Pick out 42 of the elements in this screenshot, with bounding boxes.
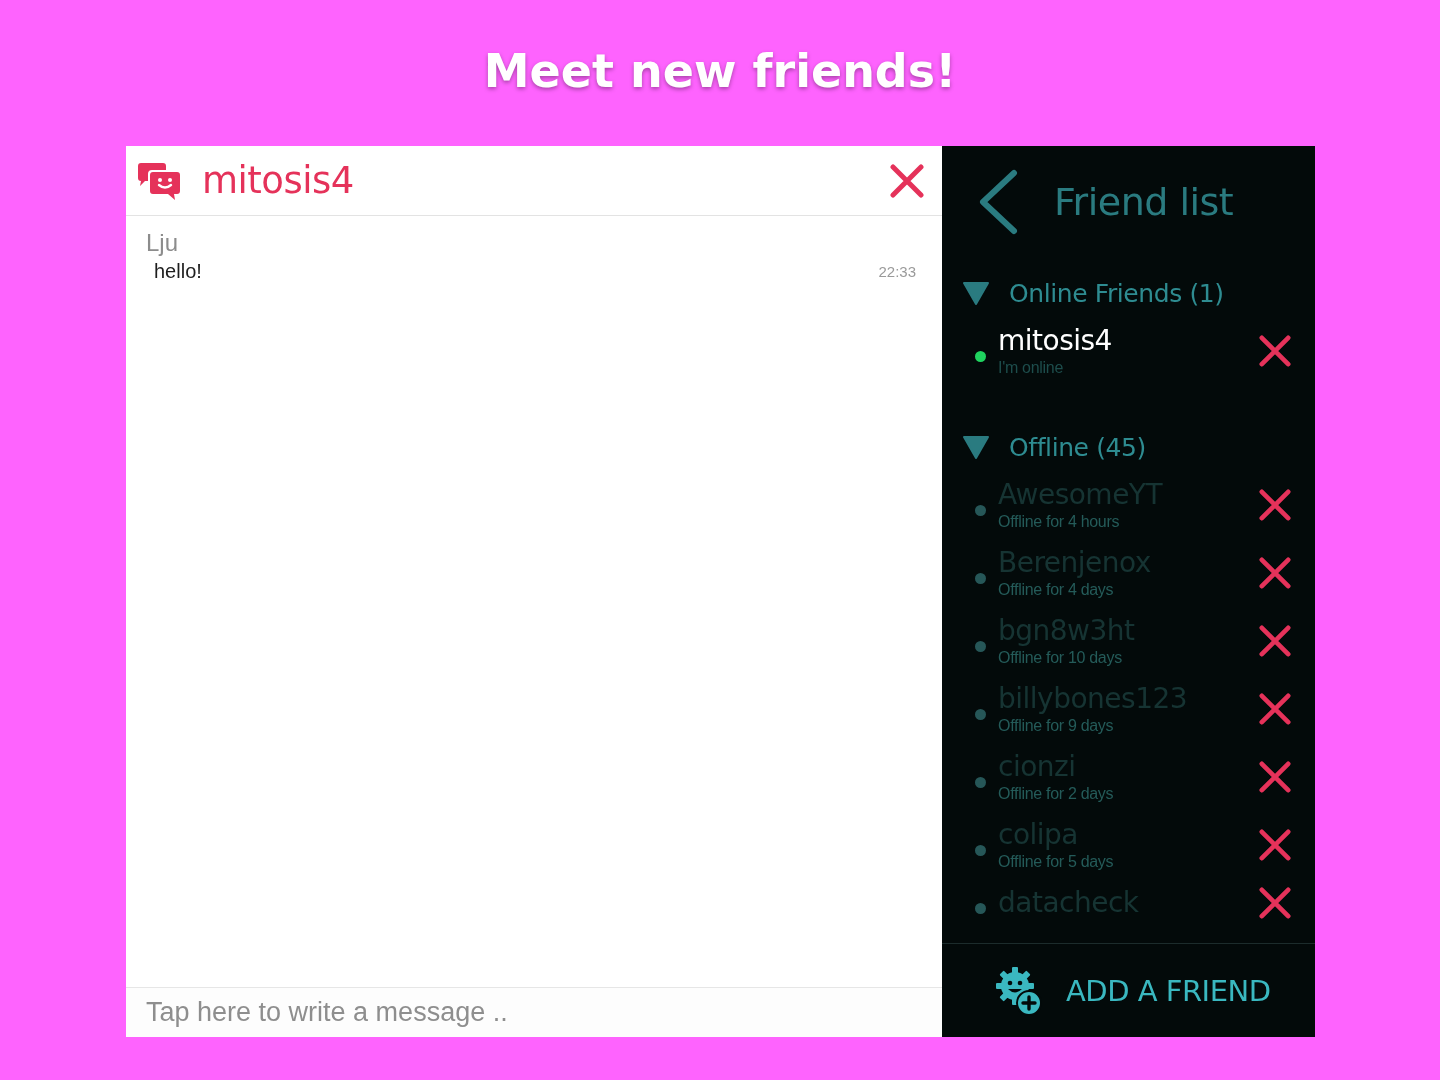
friend-status: Offline for 4 hours xyxy=(998,512,1120,532)
group-header[interactable]: Online Friends (1) xyxy=(942,276,1315,310)
friend-name[interactable]: mitosis4 xyxy=(998,324,1112,358)
cross-icon xyxy=(1259,489,1291,521)
chat-bubbles-icon xyxy=(138,160,180,201)
friend-status: Offline for 4 days xyxy=(998,580,1114,600)
remove-friend-button[interactable] xyxy=(1259,887,1291,919)
cross-icon xyxy=(1259,625,1291,657)
chat-title: mitosis4 xyxy=(202,159,355,202)
remove-friend-button[interactable] xyxy=(1259,489,1291,521)
friend-status: Offline for 9 days xyxy=(998,716,1114,736)
add-friend-button[interactable]: ADD A FRIEND xyxy=(996,965,1271,1016)
cross-icon xyxy=(1259,335,1291,367)
close-button[interactable] xyxy=(890,163,924,198)
remove-friend-button[interactable] xyxy=(1259,625,1291,657)
friend-status: Offline for 10 days xyxy=(998,648,1122,668)
group-header[interactable]: Offline (45) xyxy=(942,430,1315,464)
remove-friend-button[interactable] xyxy=(1259,335,1291,367)
chevron-left-icon xyxy=(978,169,1018,235)
remove-friend-button[interactable] xyxy=(1259,829,1291,861)
message-text: hello! xyxy=(154,259,202,284)
remove-friend-button[interactable] xyxy=(1259,557,1291,589)
friend-status: Offline for 2 days xyxy=(998,784,1114,804)
triangle-down-icon xyxy=(962,281,990,305)
cross-icon xyxy=(1259,887,1291,919)
page-title: Meet new friends! xyxy=(483,44,957,100)
remove-friend-button[interactable] xyxy=(1259,761,1291,793)
friend-status: I'm online xyxy=(998,358,1063,378)
cross-icon xyxy=(1259,557,1291,589)
remove-friend-button[interactable] xyxy=(1259,693,1291,725)
close-icon xyxy=(890,163,924,198)
smiley-plus-icon xyxy=(996,965,1042,1016)
friend-status: Offline for 5 days xyxy=(998,852,1114,872)
sender-name: Lju xyxy=(146,228,180,258)
triangle-down-icon xyxy=(962,435,990,459)
cross-icon xyxy=(1259,829,1291,861)
cross-icon xyxy=(1259,693,1291,725)
cross-icon xyxy=(1259,761,1291,793)
message-time: 22:33 xyxy=(878,262,916,280)
message-input[interactable]: Tap here to write a message .. xyxy=(126,988,942,1037)
back-button[interactable] xyxy=(978,169,1018,235)
friend-list-title: Friend list xyxy=(1054,180,1234,224)
